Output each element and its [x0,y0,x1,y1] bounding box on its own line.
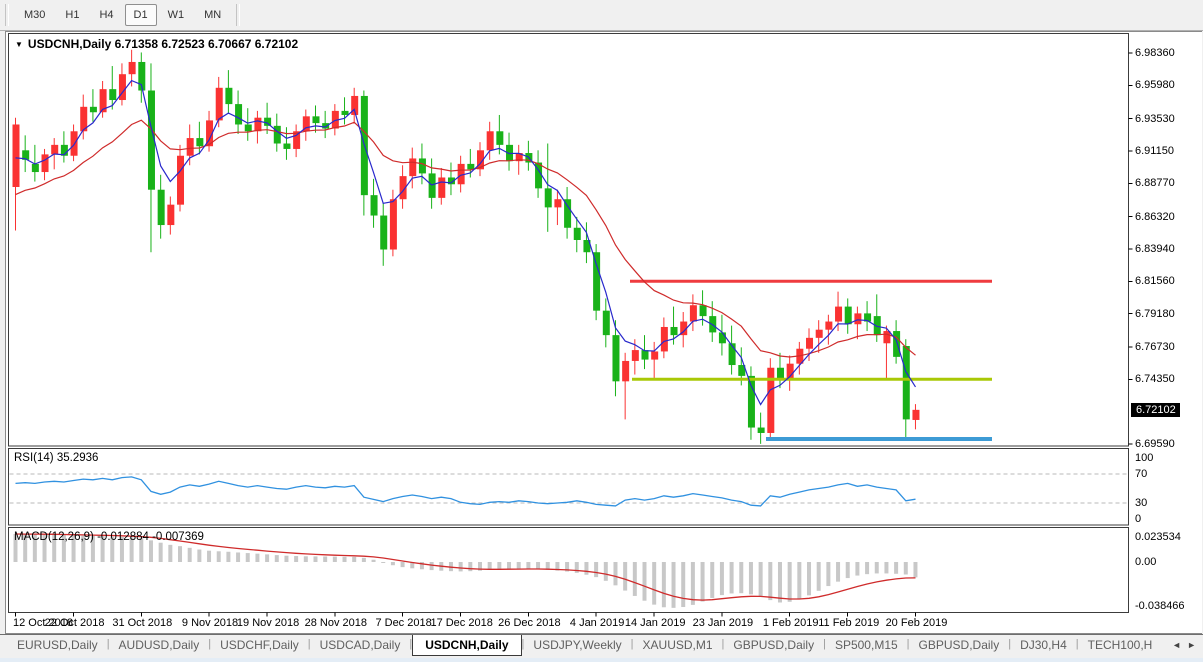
chart-title: ▼ USDCNH,Daily 6.71358 6.72523 6.70667 6.… [15,37,298,51]
price-axis-label: 6.88770 [1135,177,1175,190]
chart-tab-usdchf-daily[interactable]: USDCHF,Daily [211,635,308,654]
price-axis-label: 6.79180 [1135,307,1175,320]
date-axis-label: 23 Jan 2019 [692,617,754,629]
timeframe-button-m30[interactable]: M30 [15,4,54,26]
rsi-axis-label: 100 [1135,452,1154,464]
chart-tab-xauusd-m1[interactable]: XAUUSD,M1 [634,635,722,654]
price-axis-label: 6.86320 [1135,210,1175,223]
toolbar-separator [5,4,9,26]
chart-tab-usdcad-daily[interactable]: USDCAD,Daily [311,635,410,654]
date-axis-label: 7 Dec 2018 [375,617,432,629]
chart-tab-usdcnh-daily[interactable]: USDCNH,Daily [412,635,522,656]
mt4-application: M30 H1 H4 D1 W1 MN ▼ USDCNH,Daily 6.71358 6.72… [0,0,1203,662]
timeframe-toolbar: M30 H1 H4 D1 W1 MN [0,0,1203,31]
rsi-axis-label: 70 [1135,468,1148,480]
price-axis-label: 6.93530 [1135,112,1175,125]
chart-tab-sp500-m15[interactable]: SP500,M15 [826,635,907,654]
macd-name: MACD(12,26,9) [14,531,94,543]
chart-ohlc-values: 6.71358 6.72523 6.70667 6.72102 [114,37,299,51]
price-axis-label: 6.91150 [1135,144,1174,157]
price-axis-label: 6.95980 [1135,79,1175,92]
date-axis-label: 14 Jan 2019 [624,617,686,629]
chart-tab-usdjpy-weekly[interactable]: USDJPY,Weekly [524,635,630,654]
date-axis-label: 28 Nov 2018 [304,617,368,629]
date-axis-label: 22 Oct 2018 [44,617,105,629]
rsi-axis-label: 30 [1135,497,1148,509]
tab-bar-bottom-strip [0,658,1203,662]
chart-dropdown-icon[interactable]: ▼ [15,40,23,49]
date-axis-label: 19 Nov 2018 [236,617,300,629]
macd-axis-label: 0.00 [1135,556,1157,568]
price-axis-label: 6.74350 [1135,373,1175,386]
timeframe-button-w1[interactable]: W1 [159,4,194,26]
price-axis-label: 6.98360 [1135,47,1175,59]
chart-window: ▼ USDCNH,Daily 6.71358 6.72523 6.70667 6.… [5,31,1202,634]
macd-indicator-label: MACD(12,26,9) -0.012884 -0.007369 [14,531,204,543]
rsi-axis-label: 0 [1135,513,1142,525]
chart-symbol-label: USDCNH,Daily [27,37,112,51]
chart-tab-gbpusd-daily[interactable]: GBPUSD,Daily [724,635,823,654]
macd-axis-label: 0.023534 [1135,531,1181,543]
rsi-name: RSI(14) [14,452,54,464]
chart-tab-bar: EURUSD,Daily | AUDUSD,Daily | USDCHF,Daily | U… [0,634,1203,662]
price-axis-label: 6.76730 [1135,340,1175,353]
tab-scroll-right-icon[interactable]: ► [1184,640,1199,650]
tab-scroll-left-icon[interactable]: ◄ [1169,640,1184,650]
date-axis-label: 9 Nov 2018 [181,617,239,629]
tab-scroll-controls: ◄ ► [1169,640,1199,650]
toolbar-separator [236,4,241,26]
rsi-indicator-label: RSI(14) 35.2936 [14,452,98,464]
date-axis-label: 4 Jan 2019 [569,617,625,629]
chart-tab-dj30-h4[interactable]: DJ30,H4 [1011,635,1076,654]
date-axis-label: 1 Feb 2019 [762,617,819,629]
macd-signal-value: -0.007369 [152,531,204,543]
chart-tab-gbpusd-daily[interactable]: GBPUSD,Daily [910,635,1009,654]
date-axis-label: 17 Dec 2018 [430,617,493,629]
chart-tab-tech100-h[interactable]: TECH100,H [1079,635,1162,654]
rsi-value: 35.2936 [56,452,99,464]
macd-value: -0.012884 [97,531,149,543]
timeframe-button-h4[interactable]: H4 [90,4,122,26]
current-price-tag: 6.72102 [1131,402,1180,417]
date-axis-label: 26 Dec 2018 [498,617,561,629]
price-axis-label: 6.83940 [1135,242,1175,255]
chart-tab-eurusd-daily[interactable]: EURUSD,Daily [8,635,107,654]
timeframe-button-d1[interactable]: D1 [124,4,157,26]
date-axis-label: 31 Oct 2018 [112,617,173,629]
chart-tab-audusd-daily[interactable]: AUDUSD,Daily [110,635,209,654]
date-axis-label: 20 Feb 2019 [885,617,948,629]
timeframe-button-h1[interactable]: H1 [56,4,88,26]
price-axis-label: 6.81560 [1135,275,1175,288]
timeframe-button-mn[interactable]: MN [195,4,230,26]
date-axis-label: 11 Feb 2019 [818,617,880,629]
price-axis-label: 6.69590 [1135,437,1175,450]
macd-axis-label: -0.038466 [1135,600,1185,612]
